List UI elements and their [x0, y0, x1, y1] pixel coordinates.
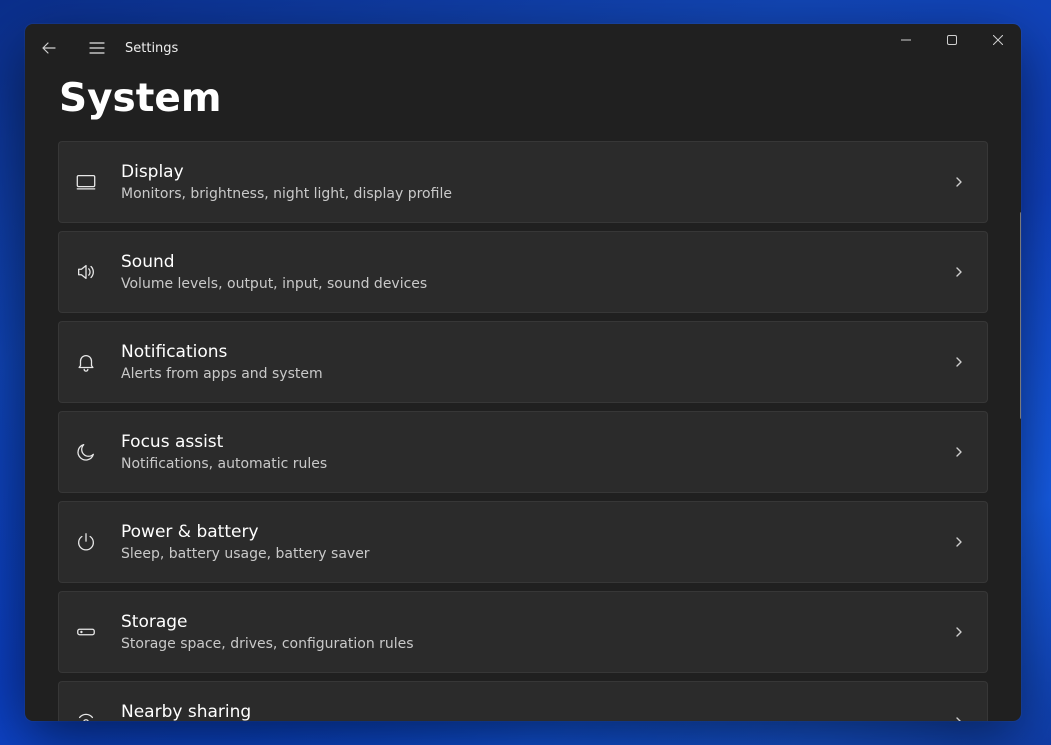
chevron-right-icon — [953, 536, 965, 548]
bell-icon — [75, 351, 113, 373]
desktop-wallpaper: Settings System — [0, 0, 1051, 745]
item-title: Notifications — [121, 342, 953, 363]
settings-item-sound[interactable]: Sound Volume levels, output, input, soun… — [58, 231, 988, 313]
settings-item-nearby-sharing[interactable]: Nearby sharing Discoverability, received… — [58, 681, 988, 721]
back-button[interactable] — [25, 24, 73, 72]
settings-list[interactable]: Display Monitors, brightness, night ligh… — [58, 141, 988, 721]
content-body: System Display Monitors, brightness, nig… — [25, 72, 1021, 721]
navigation-menu-button[interactable] — [73, 24, 121, 72]
settings-item-display[interactable]: Display Monitors, brightness, night ligh… — [58, 141, 988, 223]
item-title: Focus assist — [121, 432, 953, 453]
chevron-right-icon — [953, 356, 965, 368]
settings-item-notifications[interactable]: Notifications Alerts from apps and syste… — [58, 321, 988, 403]
chevron-right-icon — [953, 266, 965, 278]
item-subtitle: Sleep, battery usage, battery saver — [121, 546, 953, 562]
nearby-share-icon — [75, 711, 113, 721]
settings-window: Settings System — [25, 24, 1021, 721]
minimize-icon — [901, 35, 911, 45]
item-title: Storage — [121, 612, 953, 633]
arrow-left-icon — [41, 40, 57, 56]
chevron-right-icon — [953, 626, 965, 638]
power-icon — [75, 531, 113, 553]
maximize-button[interactable] — [929, 24, 975, 56]
item-title: Nearby sharing — [121, 702, 953, 721]
window-caption-buttons — [883, 24, 1021, 56]
item-subtitle: Volume levels, output, input, sound devi… — [121, 276, 953, 292]
settings-item-storage[interactable]: Storage Storage space, drives, configura… — [58, 591, 988, 673]
item-title: Power & battery — [121, 522, 953, 543]
item-subtitle: Storage space, drives, configuration rul… — [121, 636, 953, 652]
display-icon — [75, 171, 113, 193]
chevron-right-icon — [953, 446, 965, 458]
titlebar: Settings — [25, 24, 1021, 72]
moon-icon — [75, 441, 113, 463]
item-subtitle: Alerts from apps and system — [121, 366, 953, 382]
item-title: Display — [121, 162, 953, 183]
scrollbar-thumb[interactable] — [1020, 212, 1021, 419]
maximize-icon — [947, 35, 957, 45]
close-icon — [993, 35, 1003, 45]
hamburger-icon — [89, 41, 105, 55]
item-subtitle: Notifications, automatic rules — [121, 456, 953, 472]
settings-item-power-battery[interactable]: Power & battery Sleep, battery usage, ba… — [58, 501, 988, 583]
page-title: System — [59, 76, 988, 121]
close-button[interactable] — [975, 24, 1021, 56]
chevron-right-icon — [953, 176, 965, 188]
item-title: Sound — [121, 252, 953, 273]
settings-item-focus-assist[interactable]: Focus assist Notifications, automatic ru… — [58, 411, 988, 493]
storage-icon — [75, 621, 113, 643]
sound-icon — [75, 261, 113, 283]
minimize-button[interactable] — [883, 24, 929, 56]
chevron-right-icon — [953, 716, 965, 721]
app-title: Settings — [125, 41, 178, 56]
item-subtitle: Monitors, brightness, night light, displ… — [121, 186, 953, 202]
